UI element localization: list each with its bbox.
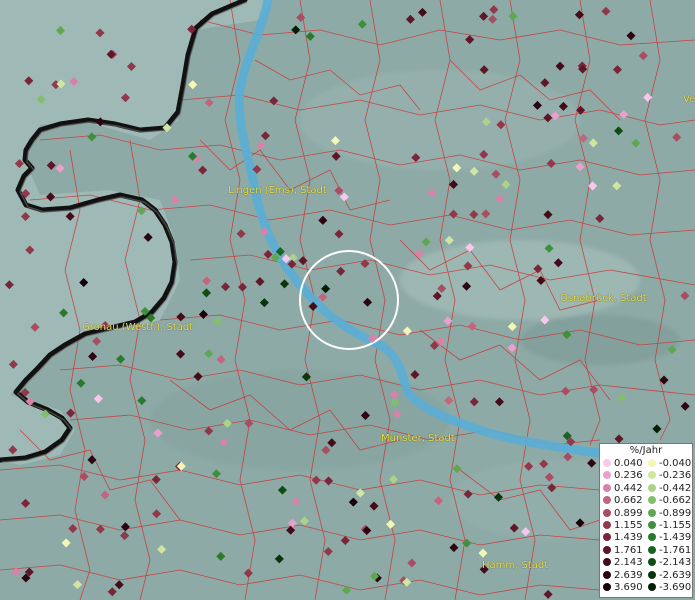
legend-value: -3.690 [659, 582, 692, 593]
legend-value: -2.639 [659, 569, 692, 581]
legend-entry-pos: 0.662 [603, 495, 643, 506]
legend-value: 3.690 [614, 582, 643, 593]
city-label-partial[interactable]: Ve [683, 94, 695, 105]
legend-swatch [648, 508, 656, 517]
city-label-gronau[interactable]: Gronau (Westf.), Stadt [82, 322, 193, 333]
legend-title: %/Jahr [629, 445, 663, 456]
legend-entry-pos: 2.639 [603, 570, 643, 581]
city-label-lingen[interactable]: Lingen (Ems), Stadt [228, 185, 327, 196]
city-label-osnabrueck[interactable]: Osnabrück, Stadt [560, 293, 647, 304]
legend-swatch [603, 545, 611, 554]
legend-entry-pos: 0.899 [603, 508, 643, 519]
legend-entry-pos: 2.143 [603, 557, 643, 568]
legend-swatch [603, 521, 611, 529]
legend-entry-pos: 0.040 [603, 458, 643, 469]
legend-value: 1.439 [614, 532, 643, 544]
legend-swatch [648, 533, 656, 542]
legend-swatch [648, 521, 656, 529]
legend-entry-pos: 0.442 [603, 483, 643, 494]
legend-swatch [603, 558, 611, 567]
legend-swatch [603, 471, 611, 480]
legend-value: 0.662 [614, 495, 643, 507]
city-label-muenster[interactable]: Münster, Stadt [381, 433, 455, 444]
legend-entry-pos: 1.761 [603, 545, 643, 556]
legend-value: -0.442 [659, 482, 692, 494]
legend-swatch [603, 496, 611, 505]
legend-entry-neg: -0.040 [648, 458, 691, 469]
legend-entry-neg: -2.143 [648, 557, 691, 568]
legend-swatch [648, 570, 656, 579]
legend: %/Jahr 0.040 -0.040 0.236 -0.236 0.442 -0.442… [599, 443, 693, 598]
legend-swatch [648, 483, 656, 492]
map-view[interactable]: Lingen (Ems), Stadt Gronau (Westf.), Sta… [0, 0, 695, 600]
legend-value: -1.761 [659, 544, 692, 556]
legend-value: -0.040 [659, 458, 692, 469]
legend-swatch [648, 583, 656, 591]
legend-value: 0.236 [614, 470, 643, 482]
legend-value: 0.040 [614, 458, 643, 469]
legend-value: 2.639 [614, 569, 643, 581]
legend-entry-pos: 1.439 [603, 532, 643, 543]
legend-value: 2.143 [614, 557, 643, 569]
legend-entry-pos: 3.690 [603, 582, 643, 593]
legend-value: -0.899 [659, 507, 692, 519]
legend-swatch [603, 533, 611, 542]
legend-entry-pos: 0.236 [603, 470, 643, 481]
legend-swatch [603, 583, 611, 591]
legend-entry-pos: 1.155 [603, 520, 643, 531]
legend-entry-neg: -1.761 [648, 545, 691, 556]
city-label-hamm[interactable]: Hamm, Stadt [482, 560, 548, 571]
legend-swatch [603, 508, 611, 517]
legend-entry-neg: -0.899 [648, 508, 691, 519]
legend-swatch [648, 545, 656, 554]
legend-value: -2.143 [659, 557, 692, 569]
legend-value: 0.899 [614, 507, 643, 519]
legend-entry-neg: -1.155 [648, 520, 691, 531]
legend-value: 1.761 [614, 544, 643, 556]
legend-value: 0.442 [614, 482, 643, 494]
legend-swatch [603, 483, 611, 492]
legend-entry-neg: -0.442 [648, 483, 691, 494]
legend-value: 1.155 [614, 520, 643, 531]
legend-entry-neg: -2.639 [648, 570, 691, 581]
legend-value: -1.439 [659, 532, 692, 544]
legend-entry-neg: -0.662 [648, 495, 691, 506]
legend-swatch [603, 459, 611, 467]
legend-swatch [648, 459, 656, 467]
legend-value: -0.236 [659, 470, 692, 482]
legend-entry-neg: -1.439 [648, 532, 691, 543]
legend-entry-neg: -3.690 [648, 582, 691, 593]
legend-value: -0.662 [659, 495, 692, 507]
legend-value: -1.155 [659, 520, 692, 531]
legend-swatch [603, 570, 611, 579]
legend-swatch [648, 496, 656, 505]
legend-swatch [648, 471, 656, 480]
legend-entry-neg: -0.236 [648, 470, 691, 481]
legend-swatch [648, 558, 656, 567]
